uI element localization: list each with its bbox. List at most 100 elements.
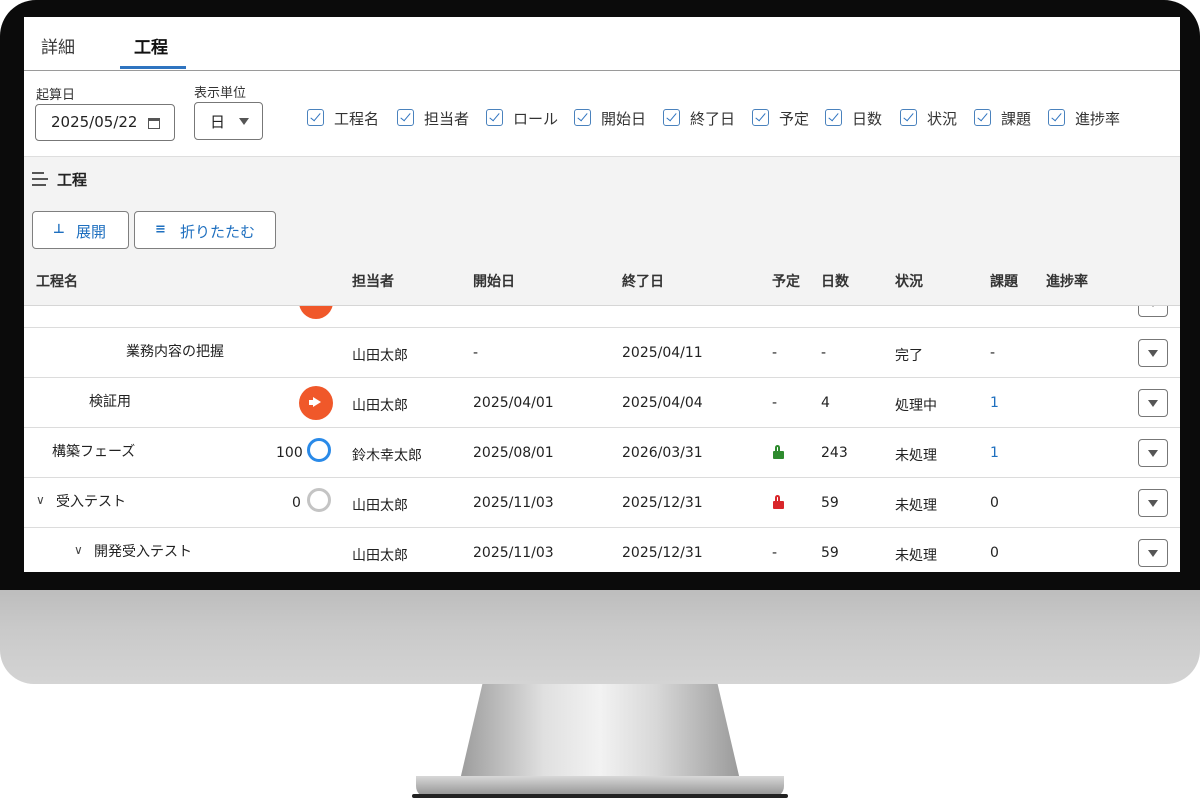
row-menu-button[interactable] bbox=[1138, 539, 1168, 567]
table-row[interactable]: ∨ 受入テスト 0 山田太郎 2025/11/03 2025/12/31 59 … bbox=[24, 478, 1180, 528]
table-row[interactable] bbox=[24, 306, 1180, 328]
end-date: 2025/12/31 bbox=[622, 495, 703, 511]
row-menu-button[interactable] bbox=[1138, 339, 1168, 367]
column-header-process-name[interactable]: 工程名 bbox=[36, 271, 78, 291]
tab-process[interactable]: 工程 bbox=[134, 33, 168, 58]
status: 未処理 bbox=[895, 548, 937, 564]
assignee: 山田太郎 bbox=[352, 548, 408, 564]
megaphone-badge-icon bbox=[299, 306, 333, 319]
chevron-down-icon[interactable]: ∨ bbox=[74, 543, 83, 557]
assignee: 山田太郎 bbox=[352, 498, 408, 514]
collapse-button[interactable]: ≡ 折りたたむ bbox=[134, 211, 276, 249]
monitor-chin bbox=[0, 590, 1200, 684]
column-toggle-label: 進捗率 bbox=[1075, 110, 1121, 128]
monitor-stand bbox=[460, 684, 740, 780]
chevron-down-icon bbox=[1148, 500, 1158, 507]
column-toggle-label: 状況 bbox=[927, 110, 958, 128]
list-icon bbox=[32, 171, 48, 187]
chevron-down-icon bbox=[1148, 306, 1158, 307]
column-toggle-label: 担当者 bbox=[424, 110, 470, 128]
column-header-progress[interactable]: 進捗率 bbox=[1046, 271, 1088, 291]
column-toggle-label: 開始日 bbox=[601, 110, 647, 128]
process-name[interactable]: 業務内容の把握 bbox=[126, 341, 224, 361]
assignee: 鈴木幸太郎 bbox=[352, 448, 422, 464]
column-header-status[interactable]: 状況 bbox=[895, 271, 923, 291]
chevron-down-icon bbox=[1148, 450, 1158, 457]
row-menu-button[interactable] bbox=[1138, 306, 1168, 317]
checkbox-checked-icon[interactable] bbox=[974, 109, 991, 126]
start-date: 2025/11/03 bbox=[473, 495, 554, 511]
process-table-body: 業務内容の把握 山田太郎 - 2025/04/11 - - 完了 - 検証用 山… bbox=[24, 306, 1180, 572]
calendar-icon[interactable] bbox=[148, 118, 160, 129]
days: 59 bbox=[821, 545, 839, 561]
column-header-days[interactable]: 日数 bbox=[821, 271, 849, 291]
expand-label: 展開 bbox=[76, 223, 107, 241]
row-menu-button[interactable] bbox=[1138, 439, 1168, 467]
checkbox-checked-icon[interactable] bbox=[663, 109, 680, 126]
table-row[interactable]: ∨ 開発受入テスト 山田太郎 2025/11/03 2025/12/31 - 5… bbox=[24, 528, 1180, 572]
start-date-field[interactable]: 2025/05/22 bbox=[35, 104, 175, 141]
checkbox-checked-icon[interactable] bbox=[397, 109, 414, 126]
table-row[interactable]: 構築フェーズ 100 鈴木幸太郎 2025/08/01 2026/03/31 2… bbox=[24, 428, 1180, 478]
start-date: 2025/04/01 bbox=[473, 395, 554, 411]
row-menu-button[interactable] bbox=[1138, 489, 1168, 517]
process-name[interactable]: 受入テスト bbox=[56, 491, 126, 511]
table-row[interactable]: 業務内容の把握 山田太郎 - 2025/04/11 - - 完了 - bbox=[24, 328, 1180, 378]
days: 59 bbox=[821, 495, 839, 511]
row-menu-button[interactable] bbox=[1138, 389, 1168, 417]
section-title: 工程 bbox=[57, 171, 88, 189]
issues: - bbox=[990, 345, 996, 361]
assignee: 山田太郎 bbox=[352, 348, 408, 364]
chevron-down-icon[interactable]: ∨ bbox=[36, 493, 45, 507]
column-toggle-label: 課題 bbox=[1001, 110, 1032, 128]
issues: 0 bbox=[990, 545, 999, 561]
chevron-down-icon bbox=[1148, 400, 1158, 407]
progress-ring-icon bbox=[307, 438, 331, 462]
tab-bar: 詳細 工程 bbox=[24, 17, 1180, 71]
days: - bbox=[821, 345, 827, 361]
column-header-plan[interactable]: 予定 bbox=[772, 271, 800, 291]
process-name[interactable]: 検証用 bbox=[89, 391, 131, 411]
checkbox-checked-icon[interactable] bbox=[825, 109, 842, 126]
checkbox-checked-icon[interactable] bbox=[486, 109, 503, 126]
column-toggle-label: ロール bbox=[513, 110, 559, 128]
table-row[interactable]: 検証用 山田太郎 2025/04/01 2025/04/04 - 4 処理中 1 bbox=[24, 378, 1180, 428]
checkbox-checked-icon[interactable] bbox=[1048, 109, 1065, 126]
status: 未処理 bbox=[895, 448, 937, 464]
start-date: - bbox=[473, 345, 479, 361]
table-header: 工程名 担当者 開始日 終了日 予定 日数 状況 課題 進捗率 bbox=[24, 255, 1180, 306]
checkbox-checked-icon[interactable] bbox=[307, 109, 324, 126]
issues-link[interactable]: 1 bbox=[990, 445, 999, 461]
column-header-end-date[interactable]: 終了日 bbox=[622, 271, 664, 291]
process-name[interactable]: 開発受入テスト bbox=[94, 541, 192, 561]
column-header-assignee[interactable]: 担当者 bbox=[352, 271, 394, 291]
issues: 0 bbox=[990, 495, 999, 511]
column-toggle-label: 日数 bbox=[852, 110, 883, 128]
unit-select[interactable]: 日 bbox=[194, 102, 263, 140]
expand-button[interactable]: ⊥ 展開 bbox=[32, 211, 129, 249]
end-date: 2026/03/31 bbox=[622, 445, 703, 461]
chevron-down-icon bbox=[1148, 550, 1158, 557]
issues-link[interactable]: 1 bbox=[990, 395, 999, 411]
filter-bar: 起算日 2025/05/22 表示単位 日 工程名 担当者 ロール 開始日 終了… bbox=[24, 71, 1180, 156]
process-name[interactable]: 構築フェーズ bbox=[52, 441, 135, 461]
action-bar: ⊥ 展開 ≡ 折りたたむ bbox=[24, 205, 1180, 255]
column-header-issues[interactable]: 課題 bbox=[990, 271, 1018, 291]
progress-value: 100 bbox=[276, 445, 303, 461]
column-header-start-date[interactable]: 開始日 bbox=[473, 271, 515, 291]
monitor-base-shadow bbox=[412, 794, 788, 798]
progress-value: 0 bbox=[292, 495, 301, 511]
column-toggle-label: 工程名 bbox=[334, 110, 380, 128]
collapse-icon: ≡ bbox=[155, 222, 166, 237]
megaphone-badge-icon bbox=[299, 386, 333, 420]
plan: - bbox=[772, 545, 778, 561]
tab-details[interactable]: 詳細 bbox=[41, 33, 75, 58]
checkbox-checked-icon[interactable] bbox=[900, 109, 917, 126]
days: 4 bbox=[821, 395, 830, 411]
start-date: 2025/11/03 bbox=[473, 545, 554, 561]
days: 243 bbox=[821, 445, 848, 461]
checkbox-checked-icon[interactable] bbox=[574, 109, 591, 126]
end-date: 2025/04/04 bbox=[622, 395, 703, 411]
column-toggle-label: 予定 bbox=[779, 110, 810, 128]
checkbox-checked-icon[interactable] bbox=[752, 109, 769, 126]
